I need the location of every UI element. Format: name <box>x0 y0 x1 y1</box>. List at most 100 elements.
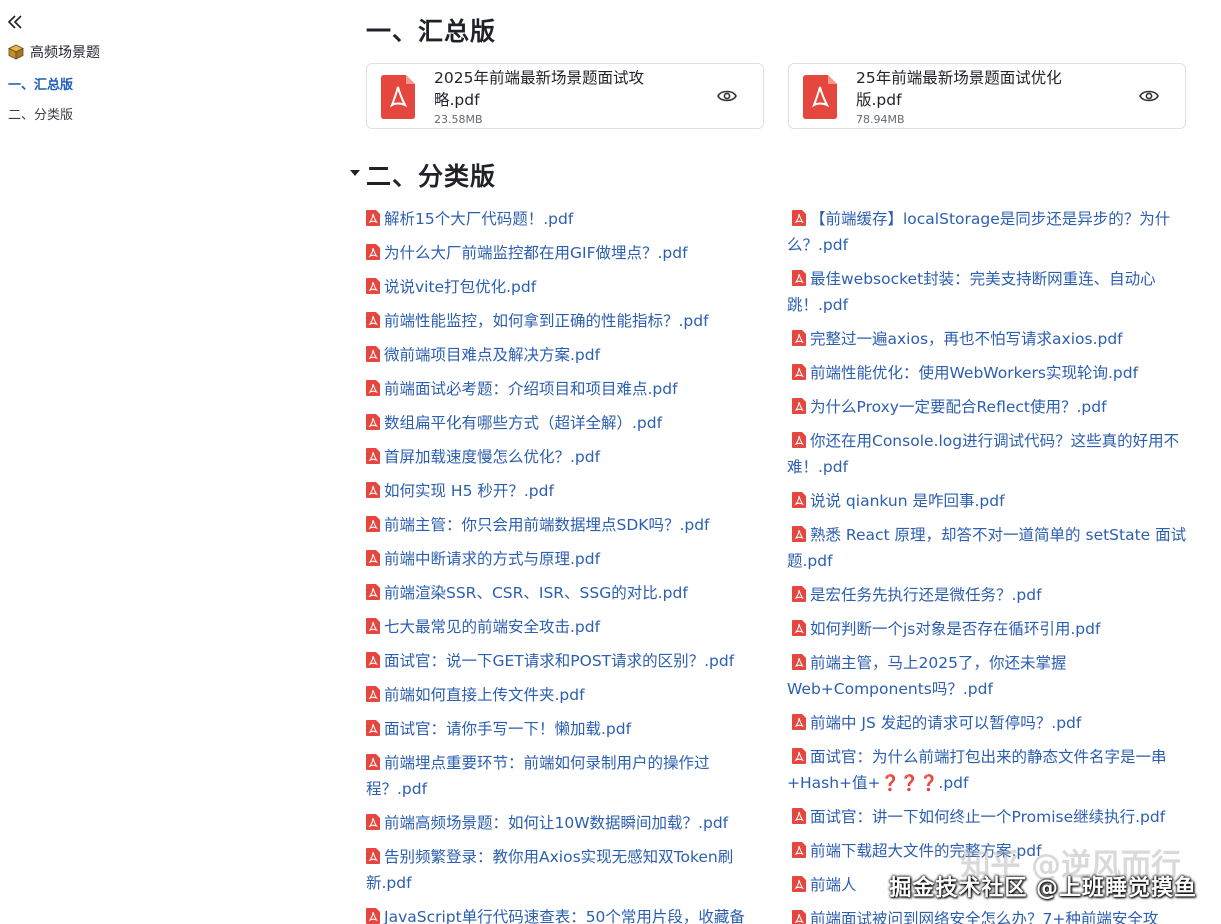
outline-item-category[interactable]: 二、分类版 <box>8 104 73 123</box>
pdf-link[interactable]: 前端高频场景题：如何让10W数据瞬间加载？.pdf <box>366 810 766 836</box>
main-content: 一、汇总版 2025年前端最新场景题面试攻略.pdf 23.58MB 25年前端… <box>350 0 1200 924</box>
pdf-link-text: 如何实现 H5 秒开？.pdf <box>384 482 554 500</box>
pdf-link[interactable]: 前端主管：你只会用前端数据埋点SDK吗？.pdf <box>366 512 766 538</box>
pdf-icon <box>792 910 806 924</box>
outline-title[interactable]: 高频场景题 <box>8 42 100 62</box>
pdf-icon <box>792 210 806 226</box>
pdf-link-text: 告别频繁登录：教你用Axios实现无感知双Token刷新.pdf <box>366 848 734 892</box>
pdf-link[interactable]: 熟悉 React 原理，却答不对一道简单的 setState 面试题.pdf <box>787 522 1187 574</box>
pdf-link[interactable]: JavaScript单行代码速查表：50个常用片段，收藏备 <box>366 904 766 924</box>
pdf-icon <box>366 346 380 362</box>
pdf-link[interactable]: 前端埋点重要环节：前端如何录制用户的操作过程？.pdf <box>366 750 766 802</box>
pdf-icon <box>366 618 380 634</box>
pdf-link[interactable]: 你还在用Console.log进行调试代码？这些真的好用不难！.pdf <box>787 428 1187 480</box>
pdf-link-text: 面试官：为什么前端打包出来的静态文件名字是一串+Hash+值+❓❓❓.pdf <box>787 748 1167 792</box>
file-card[interactable]: 25年前端最新场景题面试优化版.pdf 78.94MB <box>788 63 1186 129</box>
pdf-icon <box>366 312 380 328</box>
pdf-link-text: 前端中断请求的方式与原理.pdf <box>384 550 601 568</box>
pdf-link[interactable]: 告别频繁登录：教你用Axios实现无感知双Token刷新.pdf <box>366 844 766 896</box>
pdf-icon <box>366 908 380 924</box>
pdf-link[interactable]: 为什么大厂前端监控都在用GIF做埋点？.pdf <box>366 240 766 266</box>
pdf-icon <box>366 720 380 736</box>
collapse-toggle-icon[interactable] <box>350 170 360 176</box>
pdf-link-text: 完整过一遍axios，再也不怕写请求axios.pdf <box>810 330 1123 348</box>
pdf-link-text: 前端如何直接上传文件夹.pdf <box>384 686 585 704</box>
pdf-link[interactable]: 为什么Proxy一定要配合Reflect使用？.pdf <box>787 394 1187 420</box>
collapse-sidebar-icon[interactable] <box>6 14 24 30</box>
pdf-link-text: 七大最常见的前端安全攻击.pdf <box>384 618 601 636</box>
pdf-icon <box>366 584 380 600</box>
pdf-icon <box>366 686 380 702</box>
pdf-link-text: 解析15个大厂代码题！.pdf <box>384 210 574 228</box>
pdf-icon <box>366 848 380 864</box>
pdf-link[interactable]: 数组扁平化有哪些方式（超详全解）.pdf <box>366 410 766 436</box>
pdf-link-text: 前端中 JS 发起的请求可以暂停吗？.pdf <box>810 714 1082 732</box>
pdf-link[interactable]: 是宏任务先执行还是微任务？.pdf <box>787 582 1187 608</box>
outline-sidebar: 高频场景题 一、汇总版 二、分类版 <box>0 0 300 924</box>
pdf-link[interactable]: 前端面试被问到网络安全怎么办？7+种前端安全攻 <box>787 906 1187 924</box>
pdf-icon <box>792 526 806 542</box>
pdf-link-text: 前端埋点重要环节：前端如何录制用户的操作过程？.pdf <box>366 754 710 798</box>
pdf-link-text: 前端高频场景题：如何让10W数据瞬间加载？.pdf <box>384 814 729 832</box>
outline-title-text: 高频场景题 <box>30 45 100 61</box>
file-name: 25年前端最新场景题面试优化版.pdf <box>856 69 1062 109</box>
file-card[interactable]: 2025年前端最新场景题面试攻略.pdf 23.58MB <box>366 63 764 129</box>
pdf-icon <box>792 364 806 380</box>
pdf-link[interactable]: 面试官：说一下GET请求和POST请求的区别？.pdf <box>366 648 766 674</box>
pdf-link-text: 首屏加载速度慢怎么优化？.pdf <box>384 448 601 466</box>
pdf-link[interactable]: 说说 qiankun 是咋回事.pdf <box>787 488 1187 514</box>
pdf-link[interactable]: 完整过一遍axios，再也不怕写请求axios.pdf <box>787 326 1187 352</box>
pdf-link[interactable]: 微前端项目难点及解决方案.pdf <box>366 342 766 368</box>
pdf-link-text: JavaScript单行代码速查表：50个常用片段，收藏备 <box>384 908 745 924</box>
package-icon <box>8 44 24 60</box>
file-size: 78.94MB <box>856 113 905 126</box>
pdf-link-text: 前端性能监控，如何拿到正确的性能指标？.pdf <box>384 312 709 330</box>
pdf-icon <box>366 414 380 430</box>
pdf-icon <box>366 380 380 396</box>
pdf-link-text: 如何判断一个js对象是否存在循环引用.pdf <box>810 620 1101 638</box>
pdf-link[interactable]: 前端性能优化：使用WebWorkers实现轮询.pdf <box>787 360 1187 386</box>
preview-eye-icon[interactable] <box>717 88 737 104</box>
pdf-link-text: 前端面试必考题：介绍项目和项目难点.pdf <box>384 380 678 398</box>
pdf-link[interactable]: 面试官：为什么前端打包出来的静态文件名字是一串+Hash+值+❓❓❓.pdf <box>787 744 1187 796</box>
pdf-link-text: 前端人 <box>810 876 857 894</box>
pdf-link-text: 为什么大厂前端监控都在用GIF做埋点？.pdf <box>384 244 688 262</box>
pdf-link-text: 前端渲染SSR、CSR、ISR、SSG的对比.pdf <box>384 584 688 602</box>
preview-eye-icon[interactable] <box>1139 88 1159 104</box>
pdf-link[interactable]: 如何判断一个js对象是否存在循环引用.pdf <box>787 616 1187 642</box>
pdf-link[interactable]: 面试官：讲一下如何终止一个Promise继续执行.pdf <box>787 804 1187 830</box>
file-size: 23.58MB <box>434 113 483 126</box>
watermark: 掘金技术社区 @上班睡觉摸鱼 <box>889 876 1197 901</box>
link-list-right: 【前端缓存】localStorage是同步还是异步的？为什么？.pdf 最佳web… <box>787 206 1187 924</box>
pdf-link[interactable]: 七大最常见的前端安全攻击.pdf <box>366 614 766 640</box>
pdf-link[interactable]: 前端主管，马上2025了，你还未掌握Web+Components吗？.pdf <box>787 650 1187 702</box>
pdf-link[interactable]: 前端性能监控，如何拿到正确的性能指标？.pdf <box>366 308 766 334</box>
pdf-icon <box>366 550 380 566</box>
pdf-file-icon <box>381 75 415 119</box>
pdf-link[interactable]: 前端中 JS 发起的请求可以暂停吗？.pdf <box>787 710 1187 736</box>
pdf-link-text: 为什么Proxy一定要配合Reflect使用？.pdf <box>810 398 1107 416</box>
pdf-icon <box>792 620 806 636</box>
pdf-icon <box>366 210 380 226</box>
pdf-link[interactable]: 首屏加载速度慢怎么优化？.pdf <box>366 444 766 470</box>
pdf-link[interactable]: 最佳websocket封装：完美支持断网重连、自动心跳！.pdf <box>787 266 1187 318</box>
pdf-link[interactable]: 前端渲染SSR、CSR、ISR、SSG的对比.pdf <box>366 580 766 606</box>
pdf-link[interactable]: 前端面试必考题：介绍项目和项目难点.pdf <box>366 376 766 402</box>
outline-item-summary[interactable]: 一、汇总版 <box>8 74 73 93</box>
pdf-link[interactable]: 面试官：请你手写一下！懒加载.pdf <box>366 716 766 742</box>
pdf-link-text: 微前端项目难点及解决方案.pdf <box>384 346 601 364</box>
pdf-link-text: 熟悉 React 原理，却答不对一道简单的 setState 面试题.pdf <box>787 526 1187 570</box>
pdf-link-text: 你还在用Console.log进行调试代码？这些真的好用不难！.pdf <box>787 432 1180 476</box>
pdf-link[interactable]: 前端中断请求的方式与原理.pdf <box>366 546 766 572</box>
pdf-link-text: 最佳websocket封装：完美支持断网重连、自动心跳！.pdf <box>787 270 1156 314</box>
pdf-link[interactable]: 说说vite打包优化.pdf <box>366 274 766 300</box>
pdf-link-text: 说说 qiankun 是咋回事.pdf <box>810 492 1005 510</box>
pdf-icon <box>366 814 380 830</box>
section-title-summary: 一、汇总版 <box>366 17 497 46</box>
pdf-link[interactable]: 解析15个大厂代码题！.pdf <box>366 206 766 232</box>
pdf-link[interactable]: 前端如何直接上传文件夹.pdf <box>366 682 766 708</box>
pdf-link-text: 面试官：讲一下如何终止一个Promise继续执行.pdf <box>810 808 1166 826</box>
pdf-link[interactable]: 如何实现 H5 秒开？.pdf <box>366 478 766 504</box>
pdf-link[interactable]: 【前端缓存】localStorage是同步还是异步的？为什么？.pdf <box>787 206 1187 258</box>
pdf-icon <box>792 492 806 508</box>
